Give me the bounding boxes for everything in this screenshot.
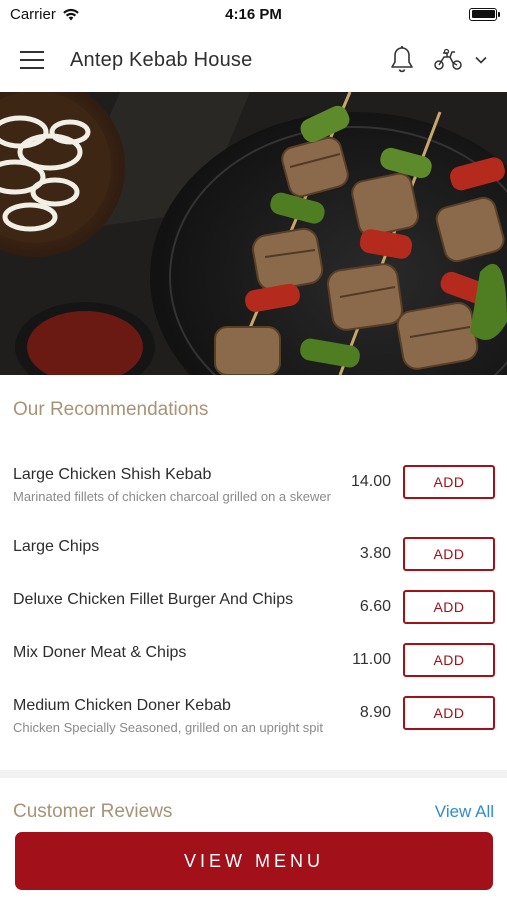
item-name: Large Chicken Shish Kebab <box>13 466 212 483</box>
status-bar: Carrier 4:16 PM <box>0 0 507 28</box>
add-button[interactable]: ADD <box>403 590 495 624</box>
item-name: Medium Chicken Doner Kebab <box>13 697 231 714</box>
view-menu-button[interactable]: VIEW MENU <box>15 832 493 890</box>
chevron-down-icon <box>475 56 487 64</box>
menu-icon[interactable] <box>20 45 50 75</box>
bell-icon[interactable] <box>389 45 415 75</box>
kebab-skewers-illustration <box>0 92 507 375</box>
item-price: 3.80 <box>359 545 391 562</box>
header-actions <box>389 45 487 75</box>
add-button[interactable]: ADD <box>403 643 495 677</box>
add-button[interactable]: ADD <box>403 696 495 730</box>
add-button[interactable]: ADD <box>403 537 495 571</box>
app-header: Antep Kebab House <box>0 28 507 92</box>
hero-food-image <box>0 92 507 375</box>
delivery-mode-selector[interactable] <box>433 49 487 71</box>
item-price: 11.00 <box>352 651 391 668</box>
item-price: 14.00 <box>350 473 391 490</box>
item-name: Deluxe Chicken Fillet Burger And Chips <box>13 591 294 608</box>
item-description: Chicken Specially Seasoned, grilled on a… <box>13 720 324 735</box>
battery-icon <box>469 7 500 21</box>
wifi-icon <box>63 8 79 20</box>
carrier-label: Carrier <box>10 5 56 23</box>
item-name: Mix Doner Meat & Chips <box>13 644 187 661</box>
item-description: Marinated fillets of chicken charcoal gr… <box>13 489 331 504</box>
scooter-icon <box>434 49 462 70</box>
section-divider <box>0 770 507 778</box>
battery-fill <box>471 10 495 18</box>
item-price: 8.90 <box>359 704 391 721</box>
recommendations-title: Our Recommendations <box>13 399 209 420</box>
item-price: 6.60 <box>359 598 391 615</box>
reviews-title: Customer Reviews <box>13 801 173 822</box>
view-all-link[interactable]: View All <box>435 802 494 822</box>
add-button[interactable]: ADD <box>403 465 495 499</box>
item-name: Large Chips <box>13 538 100 555</box>
status-left: Carrier <box>10 6 80 23</box>
restaurant-title: Antep Kebab House <box>70 48 253 71</box>
bottom-cta-area: VIEW MENU <box>0 822 507 900</box>
